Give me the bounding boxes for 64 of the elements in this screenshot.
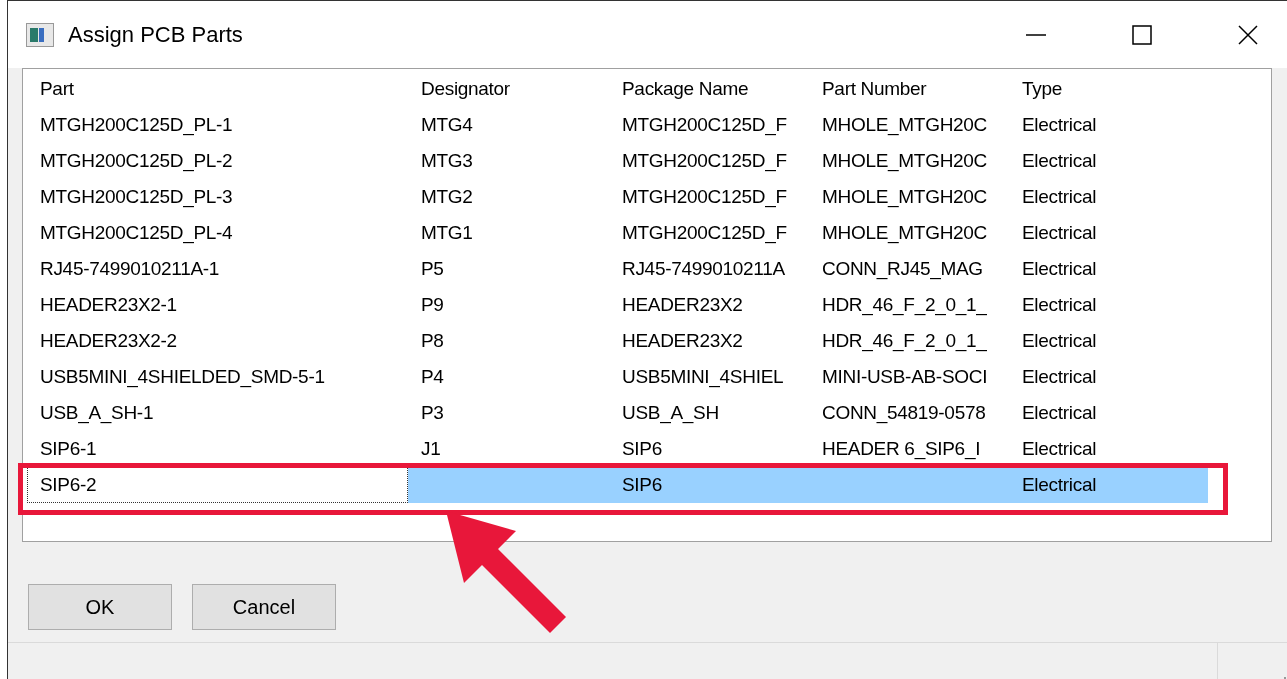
table-cell-text: USB_A_SH (621, 401, 720, 426)
table-cell-text: P5 (420, 257, 445, 281)
column-header[interactable]: Part Number (809, 71, 1009, 107)
table-cell-text: Electrical (1021, 365, 1098, 389)
table-cell-text: RJ45-7499010211A-1 (39, 257, 221, 281)
table-cell-text: MHOLE_MTGH20C (821, 185, 989, 210)
table-cell-text: HEADER 6_SIP6_I (821, 437, 982, 462)
table-cell-text: MTGH200C125D_PL-4 (39, 221, 234, 246)
ok-button[interactable]: OK (28, 584, 172, 630)
app-icon (26, 22, 54, 47)
table-cell-text: MTG4 (420, 113, 474, 137)
table-cell-text: MHOLE_MTGH20C (821, 113, 989, 138)
table-cell-text: HDR_46_F_2_0_1_ (821, 329, 988, 354)
table-cell-text: P8 (420, 329, 445, 353)
table-cell-text: MTGH200C125D_F (621, 149, 788, 174)
table-cell-text: P9 (420, 293, 445, 317)
table-cell-text: SIP6-1 (39, 437, 98, 461)
table-cell-text: Electrical (1021, 257, 1098, 281)
table-cell-text: CONN_54819-0578 (821, 401, 987, 426)
table-cell-text: P4 (420, 365, 445, 389)
table-cell-text: Electrical (1021, 185, 1098, 209)
table-cell-text: MTGH200C125D_F (621, 221, 788, 246)
table-cell-text: Electrical (1021, 293, 1098, 317)
table-cell: SIP6 (609, 467, 809, 503)
table-cell-text: USB_A_SH-1 (39, 401, 155, 426)
table-cell-text: MTGH200C125D_F (621, 113, 788, 138)
table-cell-text: MHOLE_MTGH20C (821, 149, 989, 174)
table-cell-text: HEADER23X2-1 (39, 293, 178, 317)
table-cell-text: HEADER23X2 (621, 293, 744, 317)
table-cell-text: MTG2 (420, 185, 474, 209)
table-cell-text: Electrical (1021, 329, 1098, 353)
close-icon (1237, 23, 1259, 46)
table-cell-text: CONN_RJ45_MAG (821, 257, 984, 282)
table-cell-text: Electrical (1021, 113, 1098, 137)
table-cell-text: HEADER23X2-2 (39, 329, 178, 353)
column-header[interactable]: Package Name (609, 71, 809, 107)
table-cell-text: RJ45-7499010211A (621, 257, 786, 281)
column-header[interactable]: Part (27, 71, 408, 107)
table-cell: Electrical (1009, 467, 1208, 503)
table-cell-text: MTG1 (420, 221, 474, 245)
table-cell-text: J1 (420, 437, 442, 461)
table-cell-text: HEADER23X2 (621, 329, 744, 353)
table-cell-text: Electrical (1021, 401, 1098, 425)
table-cell-text: USB5MINI_4SHIEL (621, 365, 785, 390)
table-cell-text: SIP6 (621, 437, 663, 461)
table-cell-text: MTGH200C125D_PL-1 (39, 113, 234, 138)
cancel-button[interactable]: Cancel (192, 584, 336, 630)
maximize-icon (1131, 23, 1153, 46)
table-cell-text: MTGH200C125D_F (621, 185, 788, 210)
table-cell-text: Electrical (1021, 437, 1098, 461)
table-cell-text: MINI-USB-AB-SOCI (821, 365, 989, 389)
table-cell-text: HDR_46_F_2_0_1_ (821, 293, 988, 318)
table-cell-text: MTG3 (420, 149, 474, 173)
column-header[interactable]: Designator (408, 71, 609, 107)
table-cell-text: P3 (420, 401, 445, 425)
table-cell-text: MTGH200C125D_PL-2 (39, 149, 234, 174)
table-cell-text: USB5MINI_4SHIELDED_SMD-5-1 (39, 365, 326, 390)
table-cell-text: Electrical (1021, 149, 1098, 173)
table-cell-text: MHOLE_MTGH20C (821, 221, 989, 246)
minimize-icon (1025, 33, 1047, 36)
window-title: Assign PCB Parts (68, 21, 244, 48)
column-header[interactable]: Type (1009, 71, 1208, 107)
table-cell-text: Electrical (1021, 221, 1098, 245)
table-cell-text: MTGH200C125D_PL-3 (39, 185, 234, 210)
